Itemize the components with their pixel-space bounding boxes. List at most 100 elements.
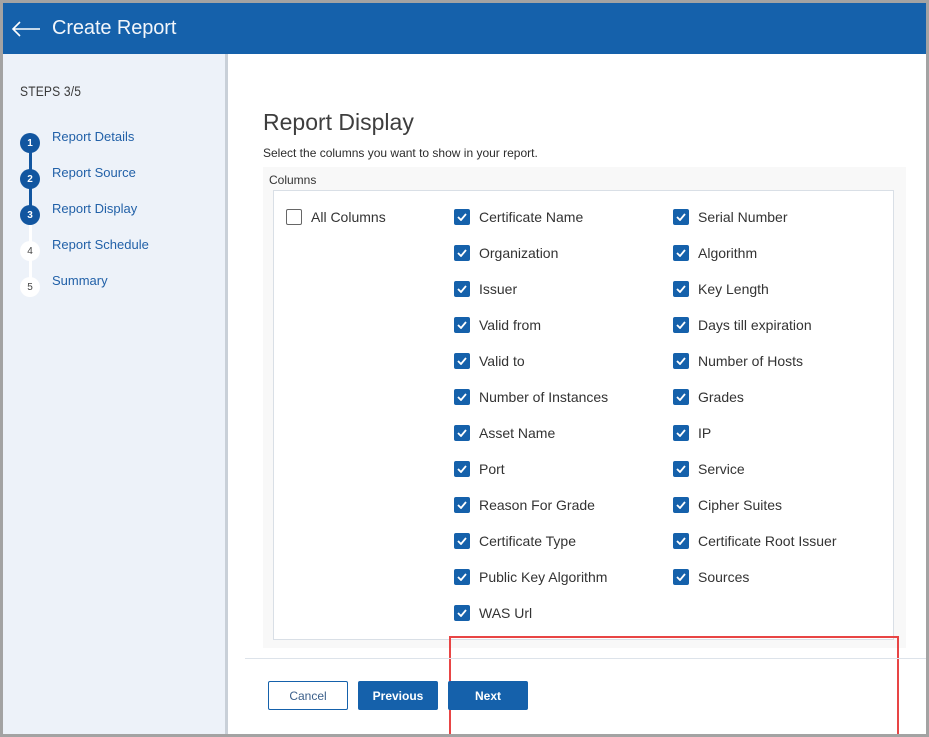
checkmark-icon xyxy=(454,533,470,549)
column-checkbox[interactable]: Certificate Name xyxy=(454,208,583,226)
checkbox-label: Certificate Name xyxy=(479,209,584,225)
step-label: Report Display xyxy=(52,201,138,216)
columns-label: Columns xyxy=(269,173,317,187)
column-checkbox[interactable]: Certificate Root Issuer xyxy=(673,532,837,550)
checkbox-label: Days till expiration xyxy=(698,317,812,333)
checkmark-icon xyxy=(673,317,689,333)
column-checkbox[interactable]: Sources xyxy=(673,568,749,586)
create-report-window: Create Report STEPS 3/5 1 Report Details… xyxy=(3,3,926,734)
app-header: Create Report xyxy=(3,3,926,54)
step-number: 5 xyxy=(20,277,40,297)
checkbox-label: Valid from xyxy=(479,317,541,333)
checkbox-label: Issuer xyxy=(479,281,518,297)
previous-button[interactable]: Previous xyxy=(358,681,438,710)
checkmark-icon xyxy=(673,425,689,441)
checkmark-icon xyxy=(673,353,689,369)
checkbox-label: Certificate Root Issuer xyxy=(698,533,837,549)
checkbox-label: Number of Hosts xyxy=(698,353,804,369)
column-checkbox[interactable]: WAS Url xyxy=(454,604,532,622)
step-label: Report Schedule xyxy=(52,237,149,252)
checkbox-label: All Columns xyxy=(311,209,386,225)
checkbox-label: Reason For Grade xyxy=(479,497,595,513)
checkbox-label: IP xyxy=(698,425,712,441)
checkbox-label: Algorithm xyxy=(698,245,758,261)
checkmark-icon xyxy=(454,389,470,405)
back-button[interactable] xyxy=(3,3,45,54)
column-checkbox[interactable]: IP xyxy=(673,424,711,442)
steps-counter: STEPS 3/5 xyxy=(20,83,82,99)
checkbox-label: Grades xyxy=(698,389,744,405)
checkbox-unchecked-icon xyxy=(286,209,302,225)
column-checkbox[interactable]: Public Key Algorithm xyxy=(454,568,607,586)
column-checkbox[interactable]: Port xyxy=(454,460,505,478)
checkbox-label: Key Length xyxy=(698,281,769,297)
column-checkbox[interactable]: Valid to xyxy=(454,352,525,370)
column-checkbox[interactable]: Certificate Type xyxy=(454,532,576,550)
step-number: 3 xyxy=(20,205,40,225)
checkmark-icon xyxy=(673,281,689,297)
checkbox-label: Valid to xyxy=(479,353,525,369)
columns-panel: Columns All Columns Certificate Name Orga… xyxy=(263,167,906,734)
next-button[interactable]: Next xyxy=(448,681,528,710)
footer-divider xyxy=(245,658,926,659)
checkmark-icon xyxy=(454,245,470,261)
checkmark-icon xyxy=(454,425,470,441)
step-number: 4 xyxy=(20,241,40,261)
checkmark-icon xyxy=(673,569,689,585)
checkmark-icon xyxy=(454,605,470,621)
column-checkbox[interactable]: Service xyxy=(673,460,745,478)
step-label: Summary xyxy=(52,273,108,288)
column-checkbox[interactable]: Key Length xyxy=(673,280,769,298)
checkbox-label: Serial Number xyxy=(698,209,788,225)
checkmark-icon xyxy=(673,389,689,405)
step-label: Report Source xyxy=(52,165,136,180)
checkbox-label: Service xyxy=(698,461,745,477)
checkmark-icon xyxy=(454,353,470,369)
step-report-details[interactable]: 1 Report Details xyxy=(3,129,223,153)
column-checkbox[interactable]: Valid from xyxy=(454,316,541,334)
checkmark-icon xyxy=(454,209,470,225)
checkbox-label: Asset Name xyxy=(479,425,556,441)
column-checkbox[interactable]: Days till expiration xyxy=(673,316,812,334)
main-content: Report Display Select the columns you wa… xyxy=(231,54,926,734)
checkmark-icon xyxy=(454,461,470,477)
checkbox-label: Cipher Suites xyxy=(698,497,783,513)
checkmark-icon xyxy=(454,497,470,513)
checkmark-icon xyxy=(673,533,689,549)
checkbox-label: Public Key Algorithm xyxy=(479,569,608,585)
step-number: 2 xyxy=(20,169,40,189)
step-summary[interactable]: 5 Summary xyxy=(3,273,223,297)
column-checkbox[interactable]: Number of Hosts xyxy=(673,352,803,370)
column-checkbox[interactable]: Reason For Grade xyxy=(454,496,595,514)
checkmark-icon xyxy=(673,209,689,225)
step-report-schedule[interactable]: 4 Report Schedule xyxy=(3,237,223,261)
checkbox-label: Number of Instances xyxy=(479,389,609,405)
checkmark-icon xyxy=(454,317,470,333)
checkbox-label: Sources xyxy=(698,569,750,585)
checkmark-icon xyxy=(673,497,689,513)
column-checkbox[interactable]: Cipher Suites xyxy=(673,496,782,514)
column-checkbox[interactable]: Serial Number xyxy=(673,208,787,226)
checkmark-icon xyxy=(673,461,689,477)
step-report-source[interactable]: 2 Report Source xyxy=(3,165,223,189)
checkbox-label: Certificate Type xyxy=(479,533,577,549)
step-report-display[interactable]: 3 Report Display xyxy=(3,201,223,225)
column-checkbox[interactable]: Grades xyxy=(673,388,744,406)
cancel-button[interactable]: Cancel xyxy=(268,681,348,710)
column-checkbox[interactable]: Organization xyxy=(454,244,558,262)
checkmark-icon xyxy=(673,245,689,261)
checkbox-label: Organization xyxy=(479,245,559,261)
column-checkbox[interactable]: Asset Name xyxy=(454,424,555,442)
column-checkbox[interactable]: Issuer xyxy=(454,280,517,298)
step-label: Report Details xyxy=(52,129,135,144)
checkbox-label: Port xyxy=(479,461,505,477)
columns-list: All Columns Certificate Name Organization… xyxy=(273,190,894,640)
column-checkbox[interactable]: Number of Instances xyxy=(454,388,608,406)
all-columns-checkbox[interactable]: All Columns xyxy=(286,208,386,226)
page-title: Create Report xyxy=(52,17,177,39)
checkmark-icon xyxy=(454,281,470,297)
section-title: Report Display xyxy=(263,109,414,135)
step-number: 1 xyxy=(20,133,40,153)
column-checkbox[interactable]: Algorithm xyxy=(673,244,757,262)
arrow-left-icon xyxy=(11,20,40,37)
